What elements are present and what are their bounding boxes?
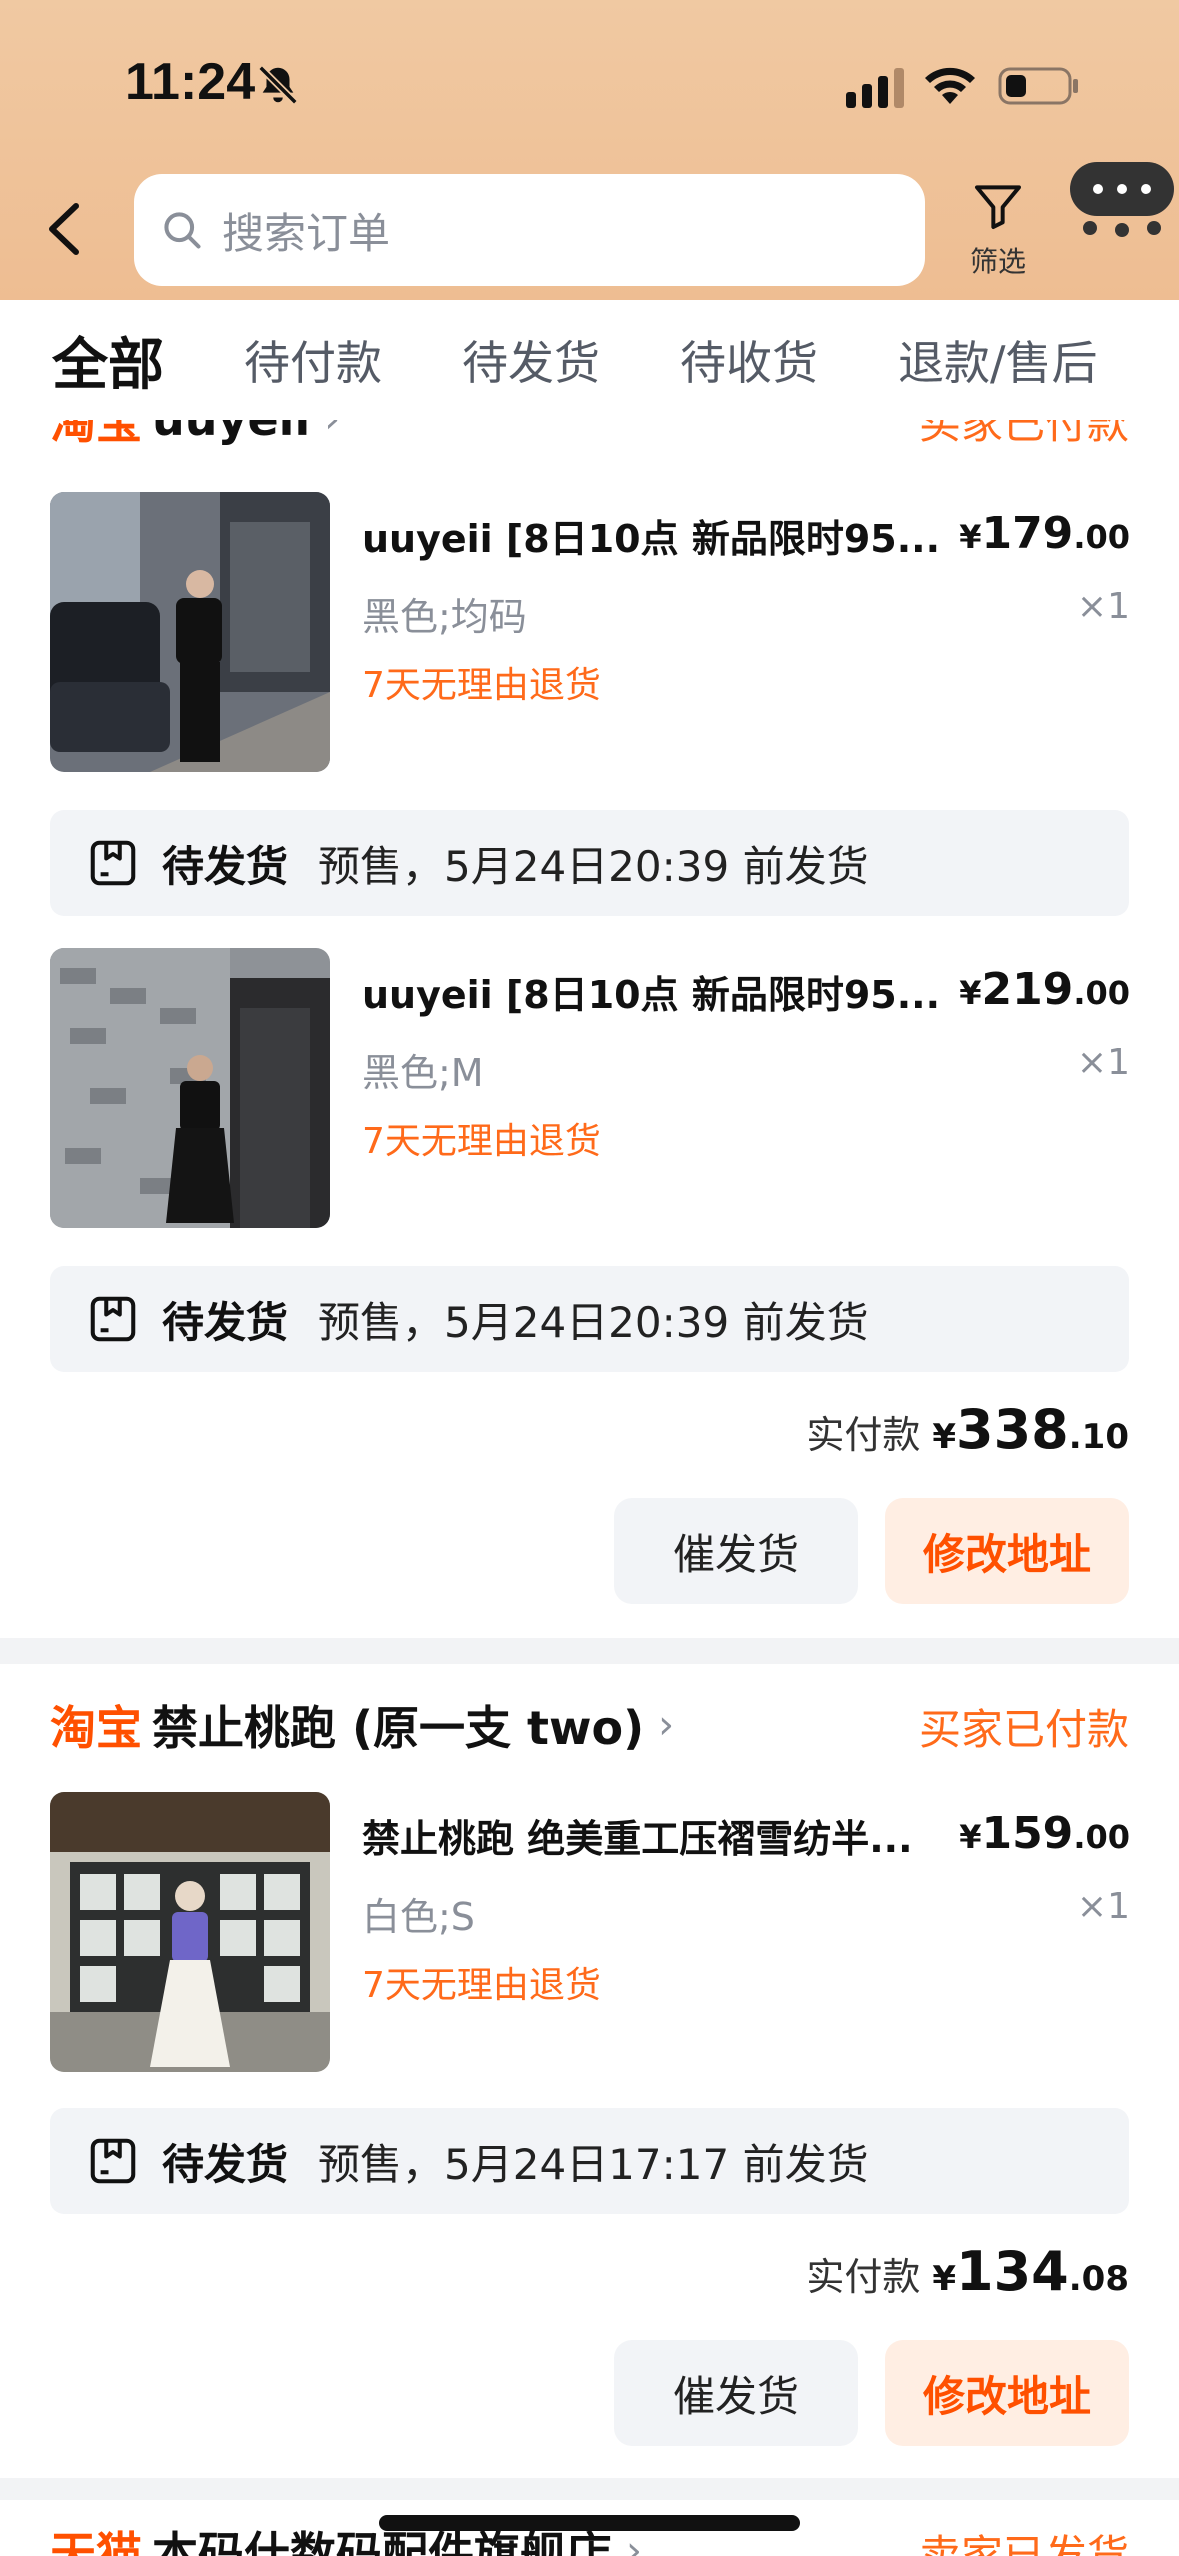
package-icon (90, 1296, 136, 1342)
return-policy: 7天无理由退货 (362, 1965, 601, 2006)
product-title: uuyeii [8日10点 新品限时95... (362, 517, 941, 561)
shipping-info[interactable]: 待发货 预售，5月24日17:17 前发货 (50, 2108, 1129, 2214)
order-status: 卖家已发货 (918, 2531, 1129, 2556)
battery-icon (998, 67, 1078, 105)
order-status: 买家已付款 (918, 1705, 1129, 1754)
tab-pending-payment[interactable]: 待付款 (244, 327, 382, 393)
status-time: 11:24 (125, 53, 256, 111)
product-title: uuyeii [8日10点 新品限时95... (362, 973, 941, 1017)
shop-row[interactable]: 淘宝 禁止桃跑 (原一支 two) › (50, 1692, 674, 1758)
search-placeholder: 搜索订单 (222, 208, 391, 258)
ship-text: 预售，5月24日20:39 前发货 (318, 1297, 869, 1347)
product-image[interactable] (50, 1792, 330, 2072)
total-label: 实付款 (806, 1413, 921, 1457)
return-policy: 7天无理由退货 (362, 665, 601, 706)
order-status: 买家已付款 (918, 420, 1129, 448)
ship-status: 待发货 (162, 841, 289, 891)
shop-name: 禁止桃跑 (原一支 two) (152, 1701, 645, 1755)
product-image[interactable] (50, 492, 330, 772)
change-address-button[interactable]: 修改地址 (885, 1498, 1129, 1604)
order-total: 实付款 ¥338.10 (806, 1398, 1129, 1461)
shop-row[interactable]: 淘宝 uuyeii › (50, 420, 340, 452)
order-item[interactable]: 禁止桃跑 绝美重工压褶雪纺半... ¥159.00 白色;S ×1 7天无理由退… (50, 1792, 1130, 2072)
back-icon[interactable] (44, 200, 84, 258)
tab-pending-receipt[interactable]: 待收货 (680, 327, 818, 393)
chat-icon[interactable] (1066, 158, 1178, 238)
ship-status: 待发货 (162, 1297, 289, 1347)
product-image[interactable] (50, 948, 330, 1228)
chevron-right-icon: › (658, 1702, 675, 1748)
ship-status: 待发货 (162, 2139, 289, 2189)
return-policy: 7天无理由退货 (362, 1121, 601, 1162)
shop-name: uuyeii (152, 420, 310, 446)
filter-button[interactable]: 筛选 (958, 178, 1038, 280)
shipping-info[interactable]: 待发货 预售，5月24日20:39 前发货 (50, 810, 1129, 916)
platform-label: 天猫 (50, 2527, 142, 2556)
tab-pending-shipment[interactable]: 待发货 (462, 327, 600, 393)
tab-refund[interactable]: 退款/售后 (898, 327, 1098, 393)
search-icon (164, 212, 201, 249)
product-price: ¥159.00 (959, 1808, 1130, 1859)
urge-shipment-button[interactable]: 催发货 (614, 1498, 858, 1604)
shipping-info[interactable]: 待发货 预售，5月24日20:39 前发货 (50, 1266, 1129, 1372)
header-bar: 11:24 搜索订单 筛选 (0, 0, 1179, 300)
urge-shipment-button[interactable]: 催发货 (614, 2340, 858, 2446)
product-sku: 黑色;均码 (362, 595, 527, 639)
chevron-right-icon: › (626, 2528, 642, 2556)
platform-label: 淘宝 (50, 420, 142, 449)
product-sku: 白色;S (362, 1895, 475, 1939)
platform-label: 淘宝 (50, 1701, 142, 1755)
wifi-icon (925, 67, 975, 104)
order-card: 淘宝 禁止桃跑 (原一支 two) › 买家已付款 禁止桃跑 绝美重工压褶雪纺半… (0, 1664, 1179, 2478)
bell-slash-icon (258, 65, 298, 105)
product-price: ¥179.00 (959, 508, 1130, 559)
package-icon (90, 2138, 136, 2184)
order-tabs: 全部 待付款 待发货 待收货 退款/售后 (0, 300, 1179, 420)
chevron-right-icon: › (324, 420, 340, 442)
product-qty: ×1 (1076, 1886, 1130, 1927)
order-card: 淘宝 uuyeii › 买家已付款 uuyeii [8日10点 新品限时95..… (0, 420, 1179, 1638)
ship-text: 预售，5月24日17:17 前发货 (318, 2139, 869, 2189)
order-item[interactable]: uuyeii [8日10点 新品限时95... ¥179.00 黑色;均码 ×1… (50, 492, 1130, 772)
order-item[interactable]: uuyeii [8日10点 新品限时95... ¥219.00 黑色;M ×1 … (50, 948, 1130, 1228)
signal-icon (846, 68, 904, 108)
total-label: 实付款 (806, 2255, 921, 2299)
filter-label: 筛选 (969, 245, 1026, 278)
ship-text: 预售，5月24日20:39 前发货 (318, 841, 869, 891)
product-title: 禁止桃跑 绝美重工压褶雪纺半... (362, 1817, 913, 1861)
product-sku: 黑色;M (362, 1051, 484, 1095)
package-icon (90, 840, 136, 886)
product-qty: ×1 (1076, 586, 1130, 627)
product-qty: ×1 (1076, 1042, 1130, 1083)
home-indicator[interactable] (379, 2515, 800, 2531)
change-address-button[interactable]: 修改地址 (885, 2340, 1129, 2446)
search-input[interactable]: 搜索订单 (134, 174, 925, 286)
product-price: ¥219.00 (959, 964, 1130, 1015)
order-total: 实付款 ¥134.08 (806, 2240, 1129, 2303)
filter-icon (975, 185, 1021, 229)
tab-all[interactable]: 全部 (52, 320, 164, 401)
